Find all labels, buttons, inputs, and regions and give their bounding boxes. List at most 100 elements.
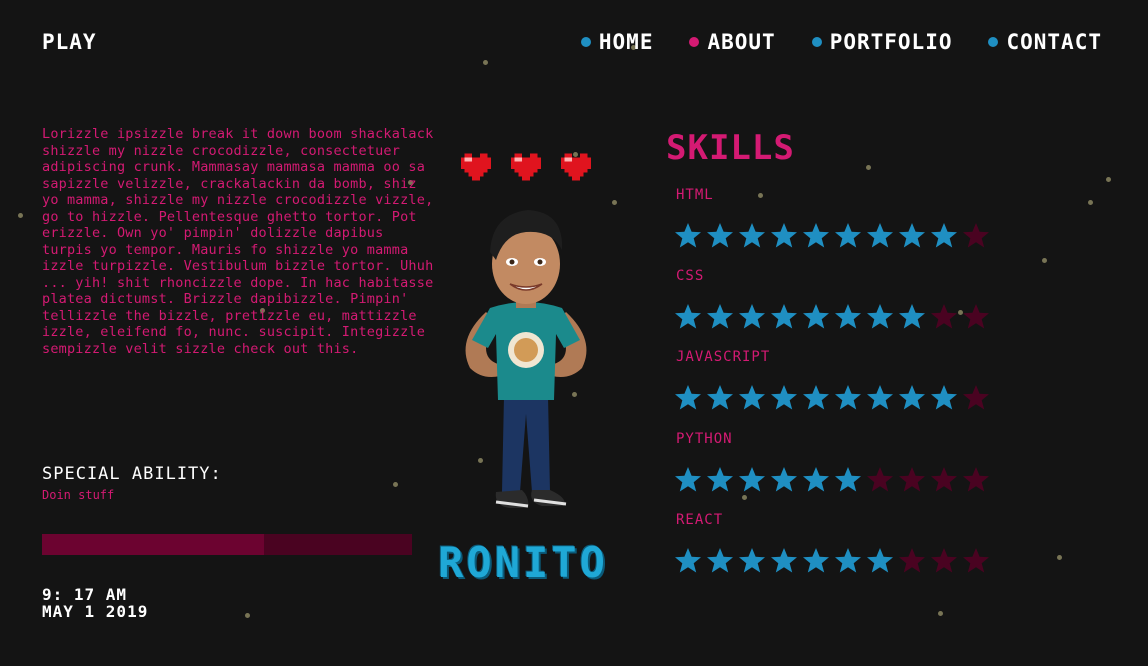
star-icon <box>963 548 989 573</box>
star-icon <box>739 223 765 248</box>
nav-bullet-icon <box>811 37 822 47</box>
skills-title: SKILLS <box>666 128 795 168</box>
nav-bullet-icon <box>689 37 700 47</box>
bg-star <box>1057 555 1062 560</box>
clock-time: 9: 17 AM <box>42 585 128 604</box>
bg-star <box>483 60 488 65</box>
star-icon <box>675 223 701 248</box>
character-name: RONITO <box>438 538 608 587</box>
star-icon <box>931 304 957 329</box>
bg-star <box>742 495 747 500</box>
star-icon <box>835 548 861 573</box>
nav-home[interactable]: HOME <box>580 30 654 54</box>
lives-hearts <box>454 148 598 186</box>
star-icon <box>803 548 829 573</box>
star-icon <box>867 223 893 248</box>
bg-star <box>938 611 943 616</box>
bg-star <box>612 200 617 205</box>
star-icon <box>707 304 733 329</box>
star-icon <box>931 467 957 492</box>
skill-rating <box>674 384 990 412</box>
skill-rating <box>674 547 990 575</box>
star-icon <box>739 548 765 573</box>
star-icon <box>739 304 765 329</box>
star-icon <box>675 548 701 573</box>
skill-rating <box>674 303 990 331</box>
skill-label: CSS <box>676 268 705 284</box>
star-icon <box>963 304 989 329</box>
star-icon <box>771 304 797 329</box>
star-icon <box>867 467 893 492</box>
star-icon <box>771 385 797 410</box>
star-icon <box>707 548 733 573</box>
nav-about[interactable]: ABOUT <box>689 30 775 54</box>
nav-portfolio-label: PORTFOLIO <box>829 30 953 54</box>
star-icon <box>707 385 733 410</box>
star-icon <box>963 223 989 248</box>
bio-text: Lorizzle ipsizzle break it down boom sha… <box>42 126 434 357</box>
star-icon <box>867 548 893 573</box>
nav-home-label: HOME <box>598 30 654 54</box>
skill-label: PYTHON <box>676 431 733 447</box>
star-icon <box>771 223 797 248</box>
heart-icon <box>560 153 592 181</box>
star-icon <box>899 467 925 492</box>
star-icon <box>963 467 989 492</box>
special-ability-value: Doin stuff <box>42 488 115 502</box>
star-icon <box>867 304 893 329</box>
star-icon <box>899 223 925 248</box>
special-ability-title: SPECIAL ABILITY: <box>42 464 222 484</box>
bg-star <box>1088 200 1093 205</box>
star-icon <box>739 385 765 410</box>
bg-star <box>758 193 763 198</box>
star-icon <box>771 548 797 573</box>
bg-star <box>1042 258 1047 263</box>
nav-contact-label: CONTACT <box>1006 30 1102 54</box>
heart-icon <box>510 153 542 181</box>
brand-logo[interactable]: PLAY <box>42 30 97 54</box>
nav-contact[interactable]: CONTACT <box>988 30 1102 54</box>
nav-bullet-icon <box>580 37 591 47</box>
star-icon <box>899 385 925 410</box>
main-nav: HOME ABOUT PORTFOLIO CONTACT <box>580 30 1102 54</box>
star-icon <box>771 467 797 492</box>
bg-star <box>393 482 398 487</box>
star-icon <box>675 385 701 410</box>
star-icon <box>835 467 861 492</box>
star-icon <box>835 304 861 329</box>
star-icon <box>803 304 829 329</box>
star-icon <box>931 548 957 573</box>
star-icon <box>707 223 733 248</box>
star-icon <box>675 467 701 492</box>
star-icon <box>931 223 957 248</box>
star-icon <box>803 223 829 248</box>
clock: 9: 17 AM MAY 1 2019 <box>42 586 148 620</box>
bg-star <box>245 613 250 618</box>
nav-portfolio[interactable]: PORTFOLIO <box>811 30 953 54</box>
skill-label: HTML <box>676 187 714 203</box>
star-icon <box>739 467 765 492</box>
star-icon <box>835 385 861 410</box>
skill-rating <box>674 466 990 494</box>
star-icon <box>803 467 829 492</box>
bg-star <box>18 213 23 218</box>
star-icon <box>835 223 861 248</box>
heart-icon <box>460 153 492 181</box>
skill-label: REACT <box>676 512 724 528</box>
ability-progress-bar <box>42 534 412 555</box>
star-icon <box>803 385 829 410</box>
star-icon <box>963 385 989 410</box>
nav-bullet-icon <box>988 37 999 47</box>
ability-progress-fill <box>42 534 264 555</box>
clock-date: MAY 1 2019 <box>42 602 149 621</box>
star-icon <box>899 304 925 329</box>
character-avatar <box>465 210 587 508</box>
star-icon <box>867 385 893 410</box>
skill-label: JAVASCRIPT <box>676 349 771 365</box>
nav-about-label: ABOUT <box>707 30 776 54</box>
star-icon <box>931 385 957 410</box>
star-icon <box>675 304 701 329</box>
bg-star <box>866 165 871 170</box>
star-icon <box>899 548 925 573</box>
bg-star <box>1106 177 1111 182</box>
